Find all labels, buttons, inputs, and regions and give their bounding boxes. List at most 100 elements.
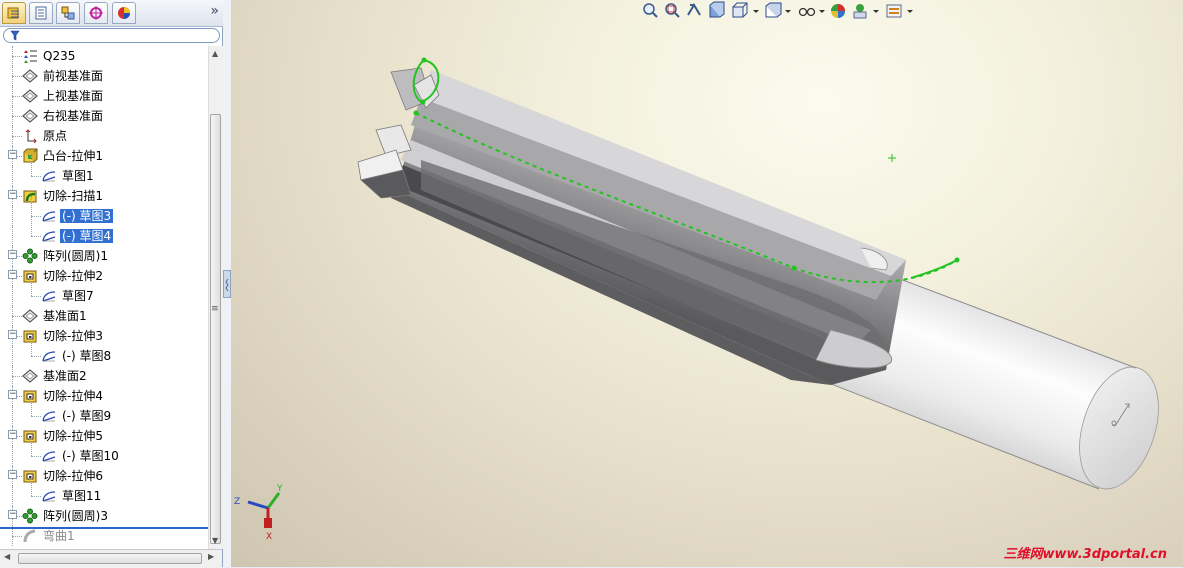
tree-item[interactable]: 弯曲1 — [0, 526, 208, 546]
tree-item-label: 草图11 — [62, 489, 102, 503]
configuration-manager-icon[interactable] — [56, 2, 80, 24]
collapse-toggle-icon[interactable]: − — [8, 390, 17, 399]
tree-connector — [12, 206, 13, 226]
tree-connector — [31, 236, 41, 237]
tree-item[interactable]: (-) 草图4 — [0, 216, 208, 246]
grip-icon: ≡ — [211, 304, 219, 314]
tree-connector — [12, 366, 13, 386]
tree-item[interactable]: 草图7 — [0, 276, 208, 306]
double-chevron-right-icon[interactable]: » — [210, 3, 219, 19]
display-manager-icon[interactable] — [112, 2, 136, 24]
tree-connector — [12, 446, 13, 466]
scroll-left-arrow-icon[interactable]: ◀ — [4, 552, 10, 561]
scroll-right-arrow-icon[interactable]: ▶ — [208, 552, 214, 561]
tree-item-label: 上视基准面 — [43, 89, 104, 103]
property-manager-icon[interactable] — [29, 2, 53, 24]
triad-x-label: X — [266, 532, 272, 540]
collapse-toggle-icon[interactable]: − — [8, 190, 17, 199]
tree-horizontal-scrollbar[interactable]: ◀ ▶ — [0, 549, 222, 568]
cut-extrude-icon — [22, 328, 38, 344]
tree-item-label: 草图1 — [62, 169, 94, 183]
collapse-toggle-icon[interactable]: − — [8, 150, 17, 159]
collapse-toggle-icon[interactable]: − — [8, 470, 17, 479]
tree-item[interactable]: 原点 — [0, 126, 208, 146]
tree-connector — [31, 296, 41, 297]
tree-connector — [31, 476, 32, 496]
plane-icon — [22, 88, 38, 104]
feature-tree: Q235 前视基准面 上视基准面 右视基准面 原点 − 凸台-拉伸1 草图1 − 切除-扫描1 (-… — [0, 46, 208, 549]
tree-connector — [31, 216, 32, 236]
tree-item-label: 草图7 — [62, 289, 94, 303]
tree-item-label: 切除-拉伸5 — [43, 429, 103, 443]
collapse-toggle-icon[interactable]: − — [8, 250, 17, 259]
tree-connector — [12, 406, 13, 426]
tree-connector — [12, 166, 13, 186]
tree-item[interactable]: 草图11 — [0, 476, 208, 506]
sketch-icon — [41, 348, 57, 364]
plane-icon — [22, 368, 38, 384]
cut-sweep-icon — [22, 188, 38, 204]
tree-item[interactable]: 前视基准面 — [0, 66, 208, 86]
dimxpert-manager-icon[interactable] — [84, 2, 108, 24]
tree-connector — [12, 116, 22, 117]
feature-manager-pane: » Q235 前视基准面 上视基准面 右视基准面 原点 − 凸台-拉伸1 草图1 − 切除-扫描1… — [0, 0, 223, 568]
cut-extrude-icon — [22, 428, 38, 444]
tree-vertical-scrollbar[interactable]: ▲ ≡ ▼ — [208, 46, 223, 549]
rollback-bar[interactable] — [0, 527, 208, 529]
splitter-collapse-handle[interactable] — [223, 270, 231, 298]
tree-connector — [31, 496, 41, 497]
tree-item[interactable]: 基准面2 — [0, 366, 208, 386]
tree-connector — [31, 156, 32, 176]
plane-icon — [22, 108, 38, 124]
tree-connector — [12, 226, 13, 246]
collapse-toggle-icon[interactable]: − — [8, 270, 17, 279]
tree-item[interactable]: 右视基准面 — [0, 106, 208, 126]
tree-filter-input[interactable] — [3, 28, 220, 43]
tree-connector — [31, 416, 41, 417]
tree-item[interactable]: Q235 — [0, 46, 208, 66]
model-viewport[interactable] — [231, 0, 1183, 567]
tree-connector — [31, 396, 32, 416]
tree-item[interactable]: 上视基准面 — [0, 86, 208, 106]
tree-item[interactable]: − 阵列(圆周)3 — [0, 506, 208, 526]
graphics-area[interactable]: Y Z X 三维网www.3dportal.cn — [231, 0, 1183, 567]
tree-item-label: 切除-扫描1 — [43, 189, 103, 203]
tree-connector — [12, 46, 13, 66]
tree-item[interactable]: − 阵列(圆周)1 — [0, 246, 208, 266]
scroll-thumb-horizontal[interactable] — [18, 553, 202, 564]
tree-connector — [31, 436, 32, 456]
collapse-toggle-icon[interactable]: − — [8, 510, 17, 519]
tree-connector — [12, 346, 13, 366]
tree-item-label: (-) 草图10 — [62, 449, 119, 463]
scroll-thumb[interactable] — [210, 114, 221, 544]
sketch-icon — [41, 448, 57, 464]
feature-manager-icon[interactable] — [2, 2, 26, 24]
scroll-up-arrow-icon[interactable]: ▲ — [212, 49, 218, 58]
tree-item[interactable]: 基准面1 — [0, 306, 208, 326]
tree-item-label: 阵列(圆周)3 — [43, 509, 108, 523]
tree-connector — [12, 76, 22, 77]
tree-item[interactable]: (-) 草图9 — [0, 396, 208, 426]
circular-pattern-icon — [22, 248, 38, 264]
collapse-toggle-icon[interactable]: − — [8, 330, 17, 339]
sketch-icon — [41, 288, 57, 304]
flex-icon — [22, 528, 38, 544]
tree-connector — [12, 86, 13, 106]
tree-item[interactable]: (-) 草图10 — [0, 436, 208, 466]
tree-connector — [12, 66, 13, 86]
fluted-section[interactable] — [357, 67, 906, 385]
circular-pattern-icon — [22, 508, 38, 524]
cut-extrude-icon — [22, 268, 38, 284]
tree-connector — [12, 96, 22, 97]
tree-connector — [31, 356, 41, 357]
collapse-toggle-icon[interactable]: − — [8, 430, 17, 439]
triad-z-label: Z — [234, 497, 240, 507]
tree-connector — [12, 106, 13, 126]
tree-connector — [12, 376, 22, 377]
scroll-down-arrow-icon[interactable]: ▼ — [212, 536, 218, 545]
tree-item-label: 切除-拉伸3 — [43, 329, 103, 343]
tree-item[interactable]: 草图1 — [0, 156, 208, 186]
tree-item[interactable]: (-) 草图8 — [0, 336, 208, 366]
cut-extrude-icon — [22, 388, 38, 404]
triad-y-label: Y — [276, 484, 283, 494]
